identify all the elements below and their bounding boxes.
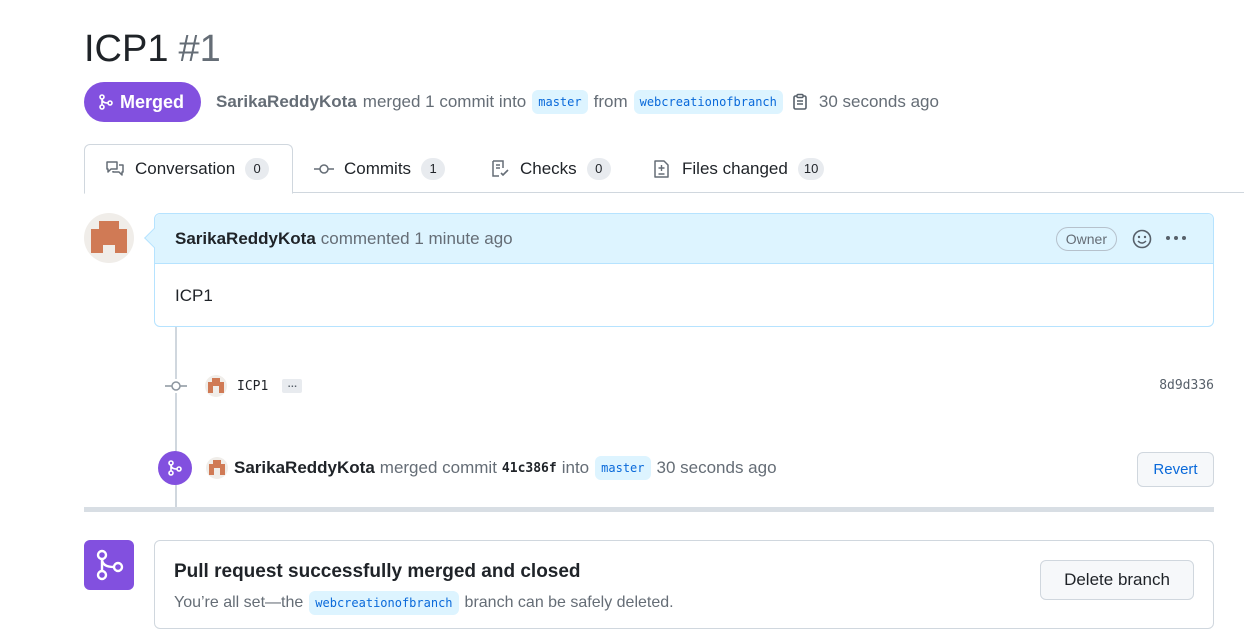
tab-counter: 1 — [421, 157, 446, 180]
smiley-icon[interactable] — [1131, 228, 1153, 255]
merge-commit-sha-link[interactable]: 41c386f — [502, 461, 557, 476]
into-text: into — [561, 458, 590, 477]
git-merge-icon — [84, 540, 134, 590]
merged-sub-prefix: You’re all set—the — [174, 594, 304, 611]
checklist-icon — [492, 159, 509, 177]
pr-time: 30 seconds ago — [818, 92, 939, 111]
comment-meta[interactable]: commented 1 minute ago — [321, 229, 513, 249]
comment-author-link[interactable]: SarikaReddyKota — [175, 229, 316, 249]
merge-time[interactable]: 30 seconds ago — [657, 458, 777, 478]
pr-meta: Merged SarikaReddyKota merged 1 commit i… — [84, 82, 939, 122]
tab-label: Files changed — [682, 158, 788, 178]
tab-files-changed[interactable]: Files changed 10 — [652, 144, 825, 193]
git-commit-icon — [165, 379, 187, 393]
file-diff-icon — [654, 159, 669, 178]
commit-message-link[interactable]: ICP1 — [237, 379, 268, 394]
merged-state-badge: Merged — [84, 82, 202, 122]
merged-status-box: Pull request successfully merged and clo… — [154, 540, 1214, 629]
comment-header: SarikaReddyKota commented 1 minute ago O… — [144, 214, 1213, 264]
delete-branch-button[interactable]: Delete branch — [1040, 560, 1194, 600]
pr-title: ICP1 #1 — [84, 28, 221, 71]
tab-counter: 0 — [586, 157, 611, 180]
merged-subtitle: You’re all set—the webcreationofbranch b… — [174, 591, 674, 615]
tab-conversation[interactable]: Conversation 0 — [84, 144, 293, 194]
timeline-merge-event: SarikaReddyKota merged commit 41c386f in… — [158, 450, 1214, 487]
expand-commit-button[interactable]: … — [282, 379, 303, 393]
comment-box: SarikaReddyKota commented 1 minute ago O… — [144, 213, 1214, 327]
from-text: from — [593, 92, 628, 111]
merged-text: merged 1 commit into — [362, 92, 527, 111]
copy-icon[interactable] — [791, 93, 809, 111]
merge-branch-link[interactable]: master — [595, 456, 651, 480]
comment-caret — [144, 228, 164, 248]
tab-label: Commits — [344, 158, 412, 178]
tab-label: Checks — [520, 158, 577, 178]
merge-author-link[interactable]: SarikaReddyKota — [234, 458, 375, 478]
avatar[interactable] — [206, 457, 228, 479]
tab-checks[interactable]: Checks 0 — [490, 144, 611, 193]
tab-counter: 0 — [245, 158, 270, 180]
revert-button[interactable]: Revert — [1137, 452, 1214, 487]
pr-tabs: Conversation 0 Commits 1 Checks 0 Files … — [84, 144, 1244, 194]
commit-sha-link[interactable]: 8d9d336 — [1159, 378, 1214, 393]
base-branch-link[interactable]: master — [532, 90, 588, 114]
pr-title-text: ICP1 — [84, 28, 169, 70]
timeline-divider — [84, 507, 1214, 512]
merge-text: merged commit — [379, 458, 497, 477]
merged-title: Pull request successfully merged and clo… — [174, 561, 581, 582]
tab-commits[interactable]: Commits 1 — [314, 144, 446, 193]
owner-badge: Owner — [1055, 227, 1117, 251]
avatar[interactable] — [205, 375, 227, 397]
tab-counter: 10 — [797, 157, 825, 180]
kebab-menu-icon[interactable] — [1165, 228, 1187, 252]
git-merge-icon — [99, 94, 113, 110]
head-branch-link[interactable]: webcreationofbranch — [633, 90, 783, 114]
comment-body: ICP1 — [175, 286, 213, 305]
comment-discussion-icon — [106, 161, 124, 176]
timeline-commit: ICP1 … 8d9d336 — [165, 372, 1214, 400]
merged-branch-link[interactable]: webcreationofbranch — [309, 591, 459, 615]
pr-number: #1 — [178, 28, 221, 70]
git-merge-icon — [158, 451, 192, 485]
state-label: Merged — [120, 91, 185, 112]
pr-author-link[interactable]: SarikaReddyKota — [216, 92, 357, 112]
avatar[interactable] — [84, 213, 134, 263]
merged-sub-suffix: branch can be safely deleted. — [464, 594, 674, 611]
git-commit-icon — [314, 163, 334, 174]
tab-label: Conversation — [135, 159, 236, 178]
